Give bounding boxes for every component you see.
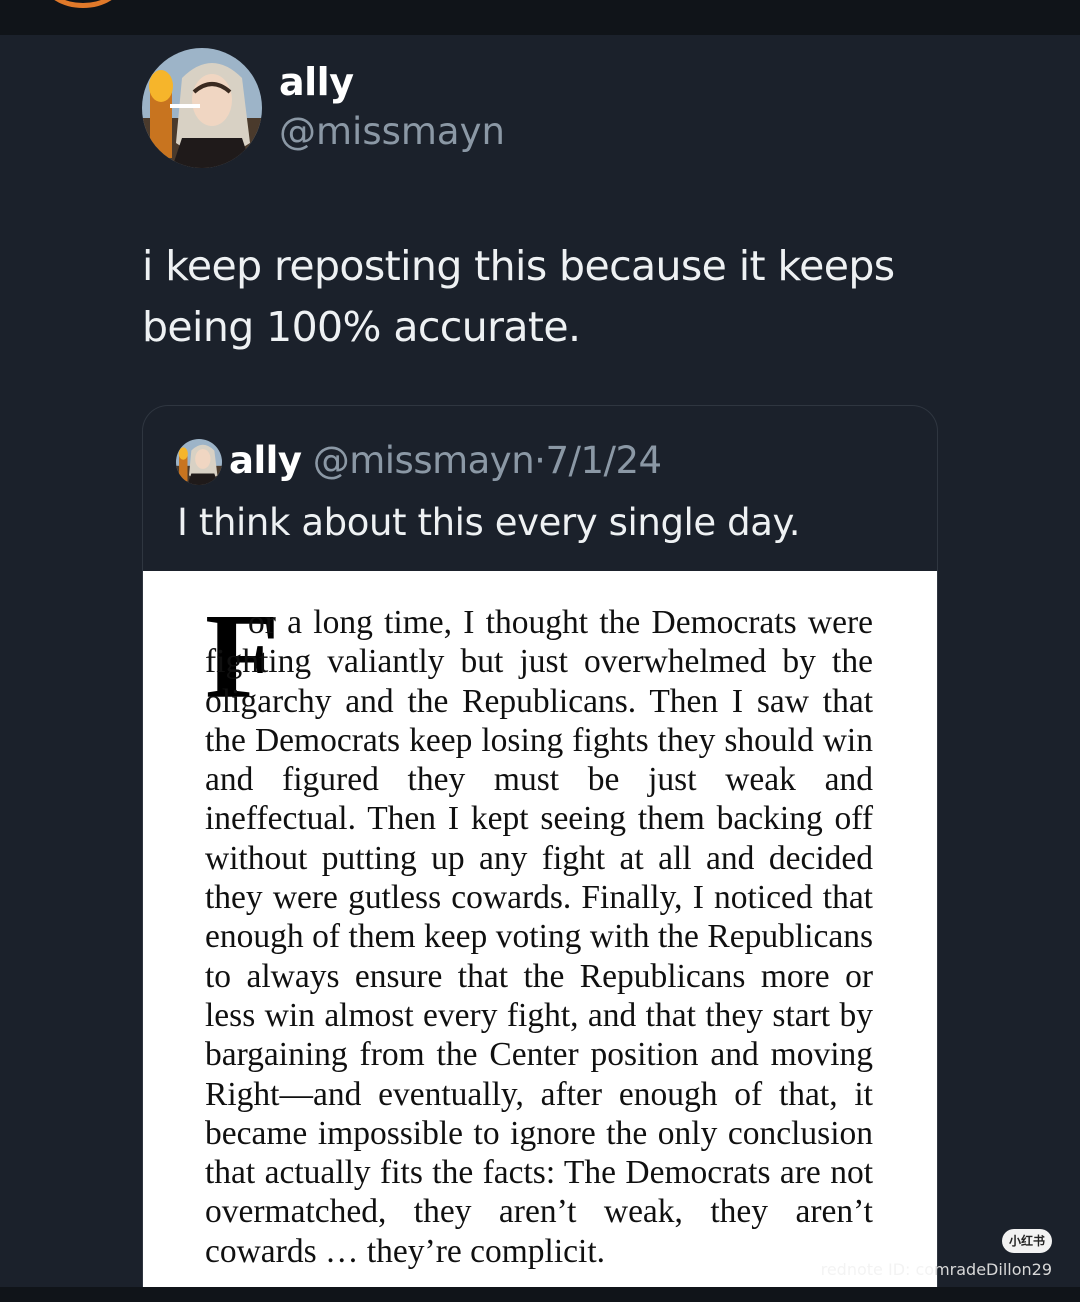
post-text: i keep reposting this because it keeps b…	[142, 242, 895, 351]
header-separator: ·	[534, 439, 546, 482]
watermark-text: rednote ID: comradeDillon29	[820, 1260, 1052, 1279]
author-handle[interactable]: @missmayn	[279, 110, 505, 153]
quoted-post-date[interactable]: 7/1/24	[545, 439, 662, 482]
app-logo-ring-icon	[44, 0, 122, 8]
quoted-author-handle[interactable]: @missmayn	[313, 439, 535, 482]
quoted-post-text: I think about this every single day.	[177, 501, 801, 544]
quoted-post-card[interactable]: ally @missmayn·7/1/24 I think about this…	[142, 405, 938, 1287]
profile-avatar-icon	[176, 439, 222, 485]
profile-avatar-icon	[142, 48, 262, 168]
quoted-post-header: ally @missmayn·7/1/24	[229, 439, 662, 482]
quoted-author-name[interactable]: ally	[229, 439, 302, 482]
bottom-bar	[0, 1287, 1080, 1302]
top-bar	[0, 0, 1080, 35]
book-excerpt-text: or a long time, I thought the Democrats …	[205, 604, 873, 1270]
author-avatar[interactable]	[142, 48, 262, 168]
watermark-user: mradeDillon29	[934, 1260, 1052, 1279]
watermark-badge: 小红书	[1002, 1229, 1052, 1253]
author-display-name[interactable]: ally	[279, 60, 354, 104]
quoted-post-image[interactable]: F or a long time, I thought the Democrat…	[143, 571, 937, 1287]
quoted-author-avatar[interactable]	[176, 439, 222, 485]
watermark-faint: rednote ID: co	[820, 1260, 935, 1279]
